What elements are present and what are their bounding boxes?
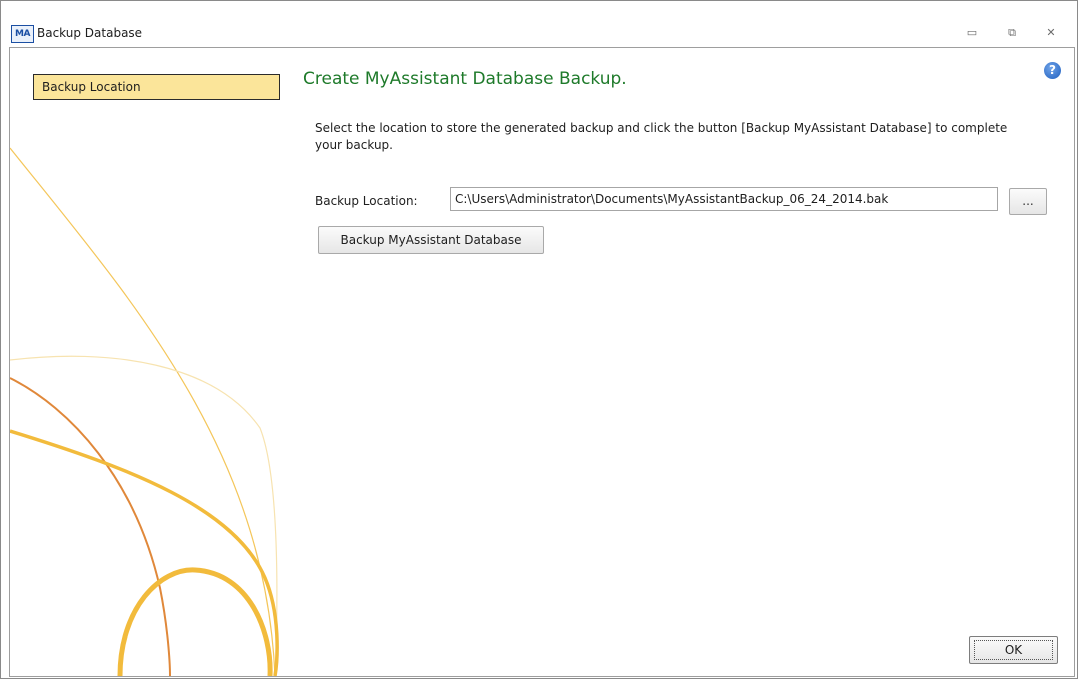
backup-database-button[interactable]: Backup MyAssistant Database (318, 226, 544, 254)
window-title: Backup Database (37, 26, 143, 40)
page-title: Create MyAssistant Database Backup. (303, 69, 627, 89)
title-bar[interactable]: MA Backup Database ▭ ⧉ ✕ (1, 1, 1077, 47)
instructions-text: Select the location to store the generat… (315, 121, 1008, 152)
content-frame: Backup Location Create MyAssistant Datab… (9, 47, 1075, 677)
close-icon[interactable]: ✕ (1042, 25, 1060, 41)
backup-location-field[interactable] (450, 187, 998, 211)
backup-database-window: MA Backup Database ▭ ⧉ ✕ Backup Location… (0, 0, 1078, 679)
help-icon[interactable]: ? (1044, 62, 1061, 79)
decorative-swirls (10, 147, 279, 676)
backup-location-label: Backup Location: (315, 194, 418, 208)
maximize-icon[interactable]: ⧉ (1003, 25, 1021, 41)
minimize-icon[interactable]: ▭ (963, 25, 981, 41)
browse-button[interactable]: ... (1009, 188, 1047, 215)
ok-button[interactable]: OK (969, 636, 1058, 664)
ok-button-label: OK (973, 640, 1054, 660)
sidebar-item-backup-location[interactable]: Backup Location (33, 74, 280, 100)
app-logo-icon: MA (11, 25, 34, 43)
